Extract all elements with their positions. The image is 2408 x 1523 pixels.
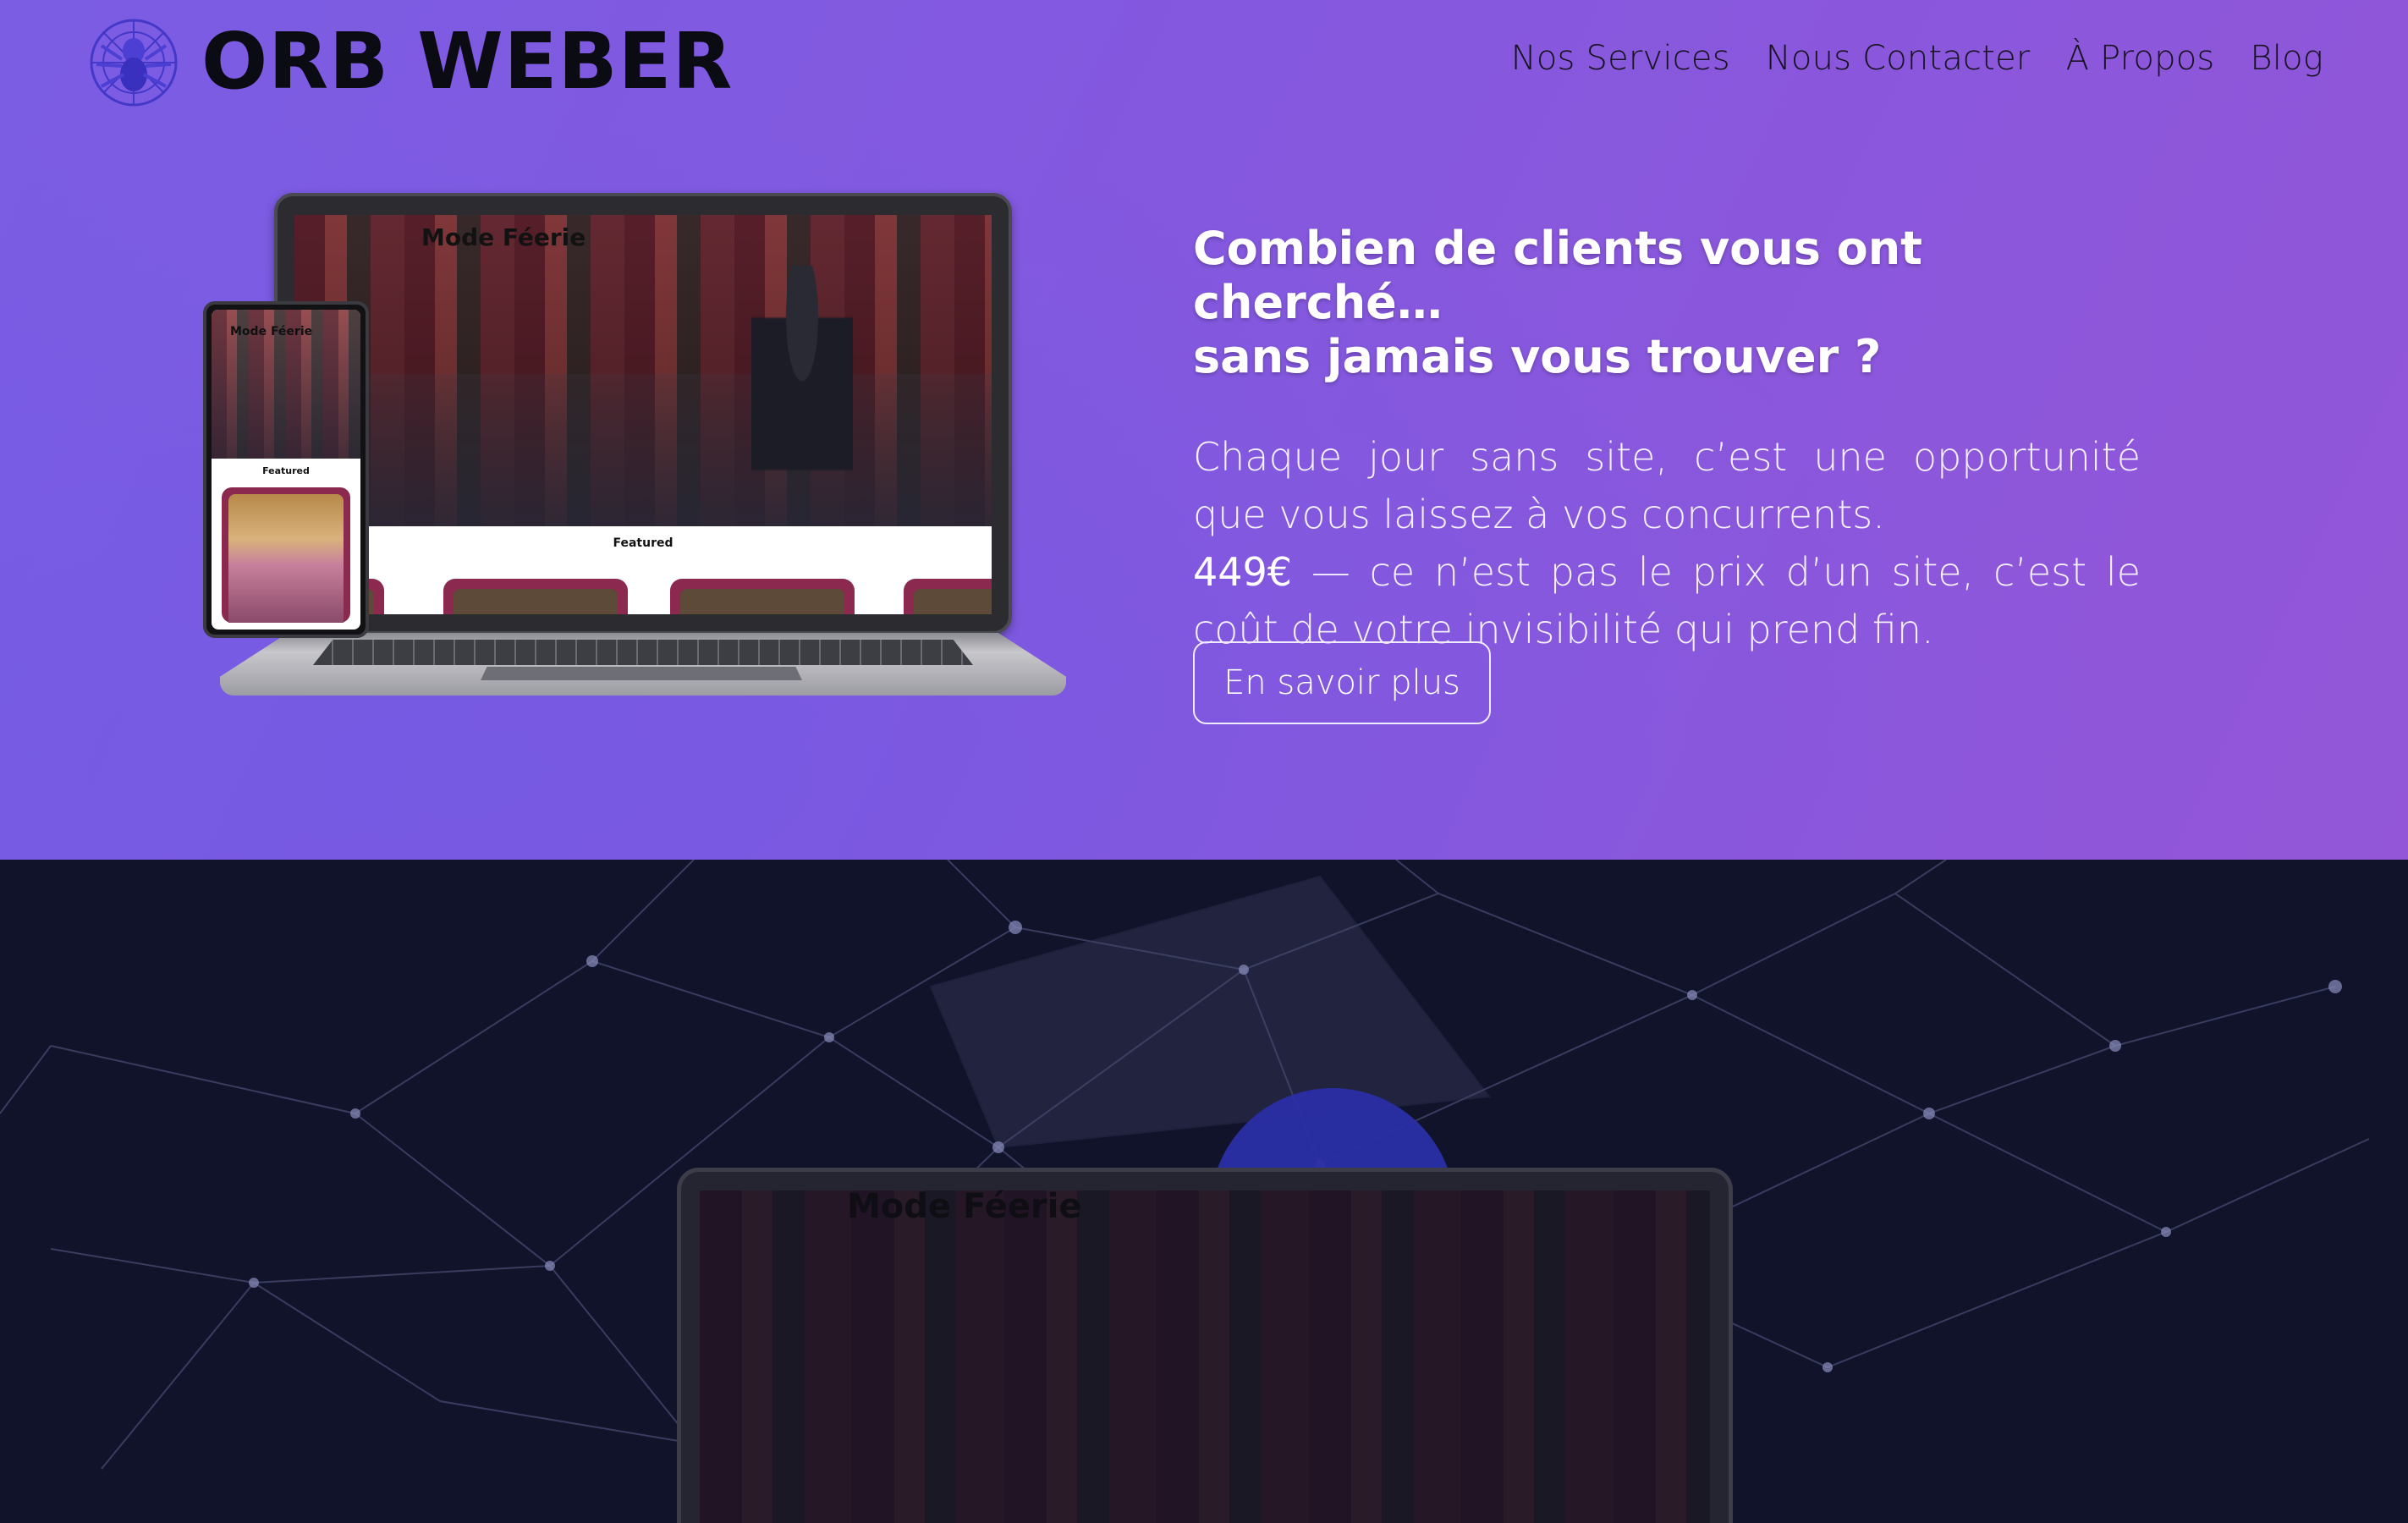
phone-screen: Mode Féerie Featured [212,310,360,630]
phone-mockup: Mode Féerie Featured [203,301,369,638]
brand-name: ORB WEBER [201,16,734,107]
showcase-section: Mode Féerie [0,860,2408,1523]
phone-site-title: Mode Féerie [230,325,313,338]
hero-body-line-1: Chaque jour sans site, c’est une opportu… [1193,434,2141,537]
laptop-screen: Mode Féerie Featured [294,215,992,614]
mockup-site-title: Mode Féerie [421,223,586,251]
showcase-laptop-mockup: Mode Féerie [677,1168,1733,1523]
mockup-card [443,579,628,614]
laptop-keyboard [313,640,973,665]
hero-title: Combien de clients vous ont cherché… san… [1193,222,2141,384]
learn-more-button[interactable]: En savoir plus [1193,641,1491,724]
orb-spider-logo-icon [90,19,178,107]
hero-title-line-2: sans jamais vous trouver ? [1193,330,1882,383]
nav-link-services[interactable]: Nos Services [1511,39,1730,78]
showcase-laptop-screen [700,1190,1710,1523]
mockup-featured-label: Featured [613,536,673,550]
hero-section: ORB WEBER Nos Services Nous Contacter À … [0,0,2408,860]
laptop-base [220,633,1066,696]
hero-body-line-2-text: — ce n’est pas le prix d’un site, c’est … [1193,549,2141,652]
runway-photo [294,215,992,526]
phone-featured-label: Featured [262,465,310,476]
mockup-card [904,579,992,614]
phone-card [222,487,350,623]
mockup-cards [294,579,992,614]
laptop-mockup: Mode Féerie Featured [274,193,1012,635]
nav-link-blog[interactable]: Blog [2250,39,2323,78]
devices-mockup-image: Mode Féerie Featured Mode Féerie Feature… [203,188,1083,729]
hero-copy: Combien de clients vous ont cherché… san… [1193,222,2141,658]
price-tag: 449€ [1193,549,1293,595]
hero-body: Chaque jour sans site, c’est une opportu… [1193,428,2141,658]
main-nav: Nos Services Nous Contacter À Propos Blo… [1511,39,2323,78]
nav-link-contact[interactable]: Nous Contacter [1766,39,2031,78]
laptop-trackpad [481,667,802,680]
logo-link[interactable]: ORB WEBER [85,12,733,112]
mockup-card [670,579,855,614]
showcase-site-title: Mode Féerie [847,1187,1082,1226]
hero-title-line-1: Combien de clients vous ont cherché… [1193,222,1922,329]
nav-link-about[interactable]: À Propos [2066,39,2215,78]
